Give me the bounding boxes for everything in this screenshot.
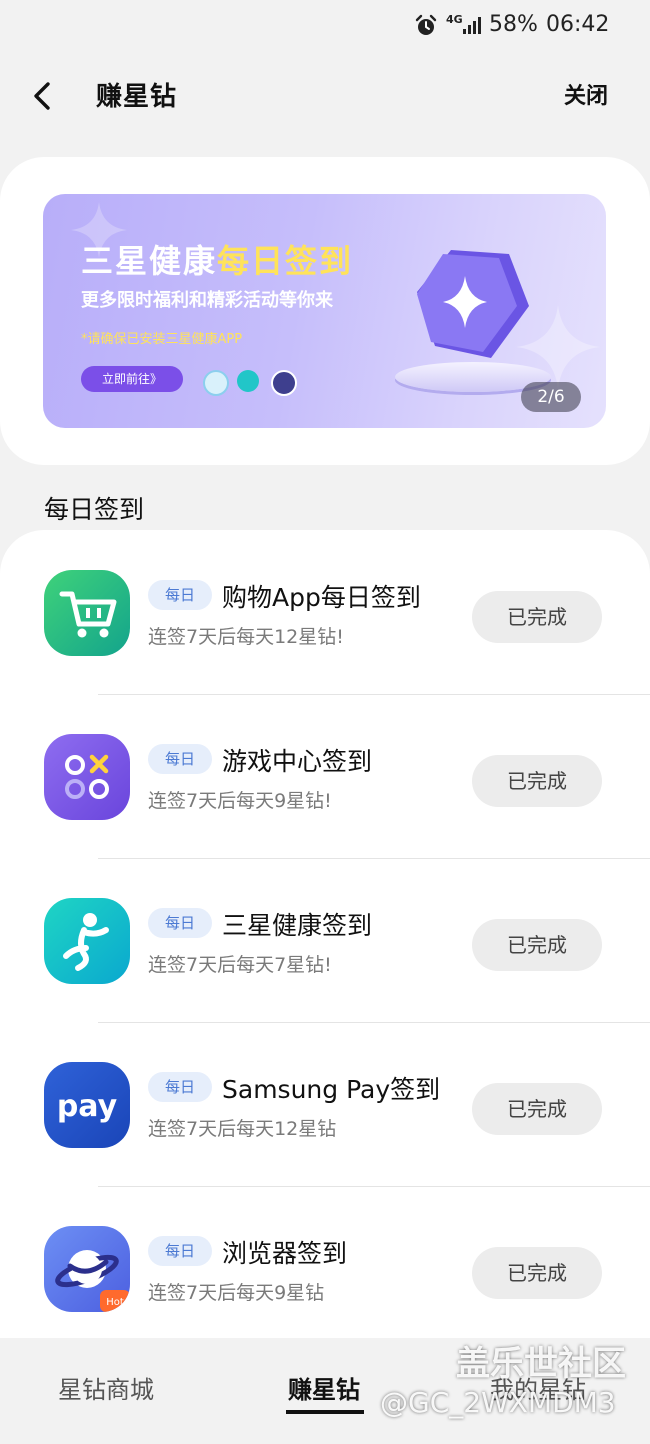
task-item-samsung-pay[interactable]: pay 每日 Samsung Pay签到 连签7天后每天12星钻 已完成 [0,1022,650,1186]
task-item-samsung-health[interactable]: 每日 三星健康签到 连签7天后每天7星钻! 已完成 [0,858,650,1022]
banner-note: *请确保已安装三星健康APP [81,332,243,347]
task-reward-desc: 连签7天后每天7星钻! [148,954,332,976]
banner-subtitle: 更多限时福利和精彩活动等你来 [81,290,333,311]
header: 赚星钻 关闭 [0,56,650,136]
task-name: 购物App每日签到 [222,583,421,612]
task-item-game-center[interactable]: 每日 游戏中心签到 连签7天后每天9星钻! 已完成 [0,694,650,858]
daily-badge: 每日 [148,580,212,610]
task-name: 浏览器签到 [222,1239,348,1268]
hot-tag: Hot [106,1297,124,1308]
avatar-icon [271,370,297,396]
active-tab-indicator [286,1410,364,1414]
back-button[interactable] [20,74,64,118]
daily-badge: 每日 [148,744,212,774]
browser-planet-icon: Hot [44,1226,130,1312]
battery-level: 58% [489,12,538,37]
task-reward-desc: 连签7天后每天12星钻! [148,626,344,648]
task-item-browser[interactable]: Hot 每日 浏览器签到 连签7天后每天9星钻 已完成 [0,1186,650,1350]
banner-pager: 2/6 [521,382,581,412]
completed-button[interactable]: 已完成 [472,1247,602,1299]
pay-icon-text: pay [57,1089,118,1124]
task-reward-desc: 连签7天后每天12星钻 [148,1118,337,1140]
watermark-user: @GC_2WXMDM3 [380,1386,616,1419]
daily-badge: 每日 [148,1072,212,1102]
go-now-button[interactable]: 立即前往》 [81,366,183,392]
tab-earn-stars[interactable]: 赚星钻 [288,1370,360,1405]
samsung-pay-icon: pay [44,1062,130,1148]
task-reward-desc: 连签7天后每天9星钻! [148,790,332,812]
status-bar: 4G 58% 06:42 [0,0,650,56]
alarm-icon [415,14,437,35]
chevron-left-icon [34,82,50,110]
section-title: 每日签到 [44,495,145,524]
clock: 06:42 [546,12,610,37]
completed-button[interactable]: 已完成 [472,755,602,807]
task-name: 三星健康签到 [222,911,373,940]
diamond-gem-icon [417,250,529,358]
close-button[interactable]: 关闭 [564,78,608,110]
completed-button[interactable]: 已完成 [472,591,602,643]
runner-icon [237,370,259,392]
signal-icon [463,17,481,34]
completed-button[interactable]: 已完成 [472,1083,602,1135]
task-list: 每日 购物App每日签到 连签7天后每天12星钻! 已完成 每日 游戏中心签到 … [0,530,650,1350]
samsung-health-icon [44,898,130,984]
watermark-community: 盖乐世社区 [456,1344,626,1384]
banner-title-prefix: 三星健康 [81,242,218,280]
task-item-shopping[interactable]: 每日 购物App每日签到 连签7天后每天12星钻! 已完成 [0,530,650,694]
mini-app-icon [203,370,229,396]
game-center-icon [44,734,130,820]
banner-card: 三星健康每日签到 更多限时福利和精彩活动等你来 *请确保已安装三星健康APP 立… [0,157,650,465]
daily-badge: 每日 [148,1236,212,1266]
task-reward-desc: 连签7天后每天9星钻 [148,1282,325,1304]
completed-button[interactable]: 已完成 [472,919,602,971]
page-title: 赚星钻 [96,82,178,112]
banner-title: 三星健康每日签到 [81,236,353,282]
task-name: Samsung Pay签到 [222,1075,441,1104]
tab-star-mall[interactable]: 星钻商城 [58,1370,154,1405]
shopping-cart-icon [44,570,130,656]
daily-badge: 每日 [148,908,212,938]
network-type: 4G [446,13,463,26]
task-name: 游戏中心签到 [222,747,373,776]
banner-title-highlight: 每日签到 [217,242,354,280]
promo-banner[interactable]: 三星健康每日签到 更多限时福利和精彩活动等你来 *请确保已安装三星健康APP 立… [43,194,606,428]
